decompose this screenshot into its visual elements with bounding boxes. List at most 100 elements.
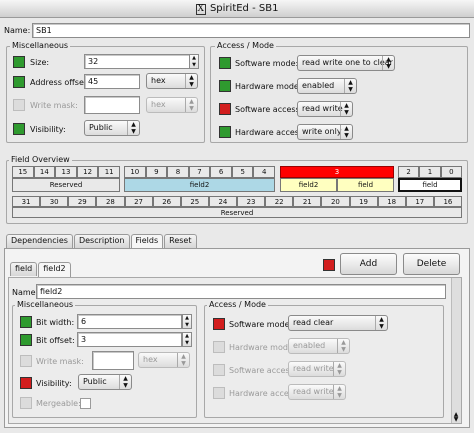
field-error-icon bbox=[323, 259, 335, 271]
hw-access-select[interactable]: write only ▲ ▼ bbox=[297, 124, 353, 140]
offset-format-select[interactable]: hex ▲ ▼ bbox=[146, 73, 198, 89]
field-hw-mode-select[interactable]: enabled ▲ ▼ bbox=[288, 338, 350, 354]
field-sw-mode-select[interactable]: read clear ▲ ▼ bbox=[288, 315, 388, 331]
bitwidth-stepper[interactable]: ▲ ▼ bbox=[182, 314, 192, 329]
bitwidth-status-icon bbox=[20, 316, 32, 328]
select-arrow-icon: ▲ ▼ bbox=[340, 125, 352, 139]
visibility-select[interactable]: Public ▲ ▼ bbox=[84, 120, 140, 136]
select-arrow-icon: ▲ ▼ bbox=[119, 375, 131, 389]
sw-access-value: read write bbox=[302, 104, 343, 113]
offset-status-icon bbox=[13, 76, 25, 88]
hw-mode-select[interactable]: enabled ▲ ▼ bbox=[297, 78, 357, 94]
field-subtabs: field field2 bbox=[10, 262, 71, 277]
field-sw-access-select[interactable]: read write ▲ ▼ bbox=[288, 361, 346, 377]
bits-upper-row: 31 30 29 28 27 26 25 24 23 22 21 20 19 1… bbox=[12, 196, 462, 207]
hw-access-status-icon bbox=[219, 126, 231, 138]
bit-cell: 11 bbox=[98, 166, 120, 178]
tab-reset[interactable]: Reset bbox=[164, 234, 197, 248]
field-reserved-upper[interactable]: Reserved bbox=[12, 207, 462, 218]
name-label: Name: bbox=[4, 26, 31, 35]
subtab-field[interactable]: field bbox=[10, 262, 38, 276]
offset-format-value: hex bbox=[151, 76, 166, 85]
field-field-bar[interactable]: field bbox=[398, 178, 462, 192]
sw-mode-label: Software mode: bbox=[235, 59, 299, 68]
field-sw-access-value: read write bbox=[293, 364, 334, 373]
bit-cell: 24 bbox=[208, 196, 237, 207]
bit-cell: 13 bbox=[55, 166, 77, 178]
bit-cell: 5 bbox=[231, 166, 254, 178]
size-input[interactable]: 32 bbox=[84, 54, 190, 69]
bitwidth-input[interactable]: 6 bbox=[77, 314, 182, 329]
bitoffset-input[interactable]: 3 bbox=[77, 332, 182, 347]
writemask-label: Write mask: bbox=[30, 101, 78, 110]
window-titlebar[interactable]: X SpiritEd - SB1 bbox=[0, 0, 474, 18]
bit-cell: 1 bbox=[419, 166, 441, 178]
field-sw-mode-value: read clear bbox=[293, 318, 334, 327]
offset-input[interactable]: 45 bbox=[84, 74, 140, 89]
field-visibility-status-icon bbox=[20, 377, 32, 389]
visibility-label: Visibility: bbox=[30, 125, 66, 134]
bit-cell: 27 bbox=[124, 196, 153, 207]
scroll-arrows-icon[interactable]: ▲ ▼ bbox=[452, 412, 460, 423]
misc-group-title: Miscellaneous bbox=[10, 41, 71, 50]
bit-cell: 17 bbox=[405, 196, 434, 207]
bit-cell: 16 bbox=[433, 196, 462, 207]
sw-access-select[interactable]: read write ▲ ▼ bbox=[297, 101, 353, 117]
field-visibility-value: Public bbox=[83, 377, 107, 386]
field-writemask-label: Write mask: bbox=[36, 357, 84, 366]
visibility-status-icon bbox=[13, 123, 25, 135]
access-group-title: Access / Mode bbox=[215, 41, 276, 50]
field-hw-access-select[interactable]: read write ▲ ▼ bbox=[288, 384, 346, 400]
mergeable-status-icon bbox=[20, 397, 32, 409]
bit-cell: 26 bbox=[152, 196, 181, 207]
field-overlap-field[interactable]: field bbox=[337, 178, 394, 192]
bit-cell: 22 bbox=[265, 196, 294, 207]
writemask-status-icon bbox=[13, 99, 25, 111]
field-reserved-hi[interactable]: Reserved bbox=[12, 178, 120, 192]
register-name-input[interactable]: SB1 bbox=[32, 23, 470, 38]
field-field2-bar[interactable]: field2 bbox=[124, 178, 275, 192]
bit-cell: 30 bbox=[40, 196, 69, 207]
select-arrow-icon: ▲ ▼ bbox=[340, 102, 352, 116]
field-hw-mode-label: Hardware mode: bbox=[229, 343, 296, 352]
field-misc-title: Miscellaneous bbox=[15, 300, 76, 309]
select-arrow-icon: ▲ ▼ bbox=[344, 79, 356, 93]
bit-cell: 29 bbox=[68, 196, 97, 207]
sw-mode-value: read write one to clear bbox=[302, 58, 393, 67]
bitoffset-stepper[interactable]: ▲ ▼ bbox=[182, 332, 192, 347]
subtab-field2[interactable]: field2 bbox=[38, 262, 71, 277]
bit-cell: 25 bbox=[180, 196, 209, 207]
delete-field-button[interactable]: Delete bbox=[403, 253, 460, 275]
bit-cell: 2 bbox=[398, 166, 420, 178]
field-writemask-input[interactable] bbox=[92, 351, 134, 370]
bit-cell-conflict: 3 bbox=[280, 166, 394, 178]
sw-mode-select[interactable]: read write one to clear ▲ ▼ bbox=[297, 55, 395, 71]
field-hw-access-status-icon bbox=[213, 387, 225, 399]
field-name-input[interactable]: field2 bbox=[36, 284, 446, 299]
writemask-input[interactable] bbox=[84, 96, 140, 114]
main-tabs: Dependencies Description Fields Reset bbox=[6, 234, 197, 249]
field-overlap-field2[interactable]: field2 bbox=[280, 178, 337, 192]
hw-access-label: Hardware access: bbox=[235, 128, 306, 137]
field-visibility-select[interactable]: Public ▲ ▼ bbox=[78, 374, 132, 390]
select-arrow-icon: ▲ ▼ bbox=[375, 316, 387, 330]
tab-dependencies[interactable]: Dependencies bbox=[6, 234, 73, 248]
mergeable-checkbox[interactable] bbox=[80, 398, 91, 409]
field-hw-mode-value: enabled bbox=[293, 341, 326, 350]
tab-description[interactable]: Description bbox=[73, 234, 130, 248]
tab-fields[interactable]: Fields bbox=[130, 234, 164, 249]
bit-cell: 0 bbox=[440, 166, 462, 178]
field-overview-title: Field Overview bbox=[9, 155, 72, 164]
add-field-button[interactable]: Add bbox=[340, 253, 397, 275]
mergeable-label: Mergeable: bbox=[36, 399, 81, 408]
bit-cell: 12 bbox=[76, 166, 99, 178]
visibility-value: Public bbox=[89, 123, 113, 132]
field-sw-mode-label: Software mode: bbox=[229, 320, 293, 329]
bits-field: 2 1 0 bbox=[398, 166, 462, 178]
field-writemask-format-select[interactable]: hex ▲ ▼ bbox=[138, 352, 190, 368]
writemask-format-select[interactable]: hex ▲ ▼ bbox=[146, 97, 198, 113]
vertical-scrollbar[interactable] bbox=[451, 278, 461, 423]
select-arrow-icon: ▲ ▼ bbox=[177, 353, 189, 367]
size-stepper[interactable]: ▲ ▼ bbox=[189, 54, 199, 69]
field-hw-mode-status-icon bbox=[213, 341, 225, 353]
